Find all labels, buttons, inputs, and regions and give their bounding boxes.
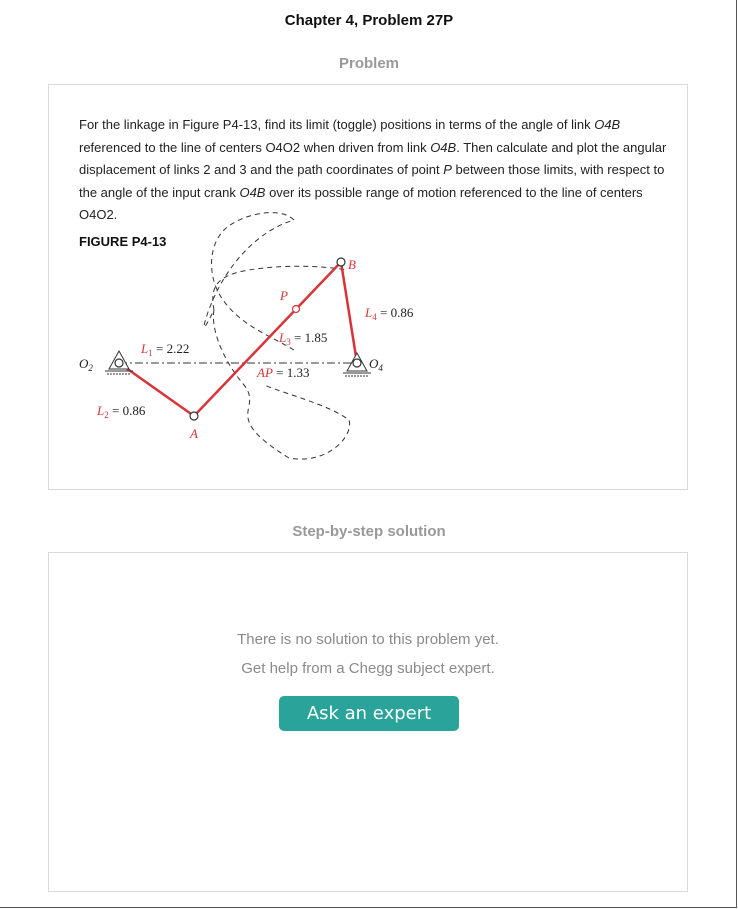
solution-heading: Step-by-step solution xyxy=(292,523,446,540)
label-o4: O4 xyxy=(369,356,383,373)
label-ap: AP = 1.33 xyxy=(256,365,309,380)
ask-expert-button[interactable]: Ask an expert xyxy=(279,696,459,731)
label-a: A xyxy=(189,426,198,441)
label-l3: L3 = 1.85 xyxy=(278,330,327,347)
coupler-curve xyxy=(203,212,351,460)
label-l1: L1 = 2.22 xyxy=(140,341,189,358)
problem-heading: Problem xyxy=(338,55,399,72)
no-solution-message: There is no solution to this problem yet… xyxy=(237,631,499,648)
problem-box: For the linkage in Figure P4-13, find it… xyxy=(48,84,688,490)
label-l4: L4 = 0.86 xyxy=(364,305,414,322)
linkage-figure: O2 O4 A B P L1 = 2.22 L2 = 0.86 L3 = 1.8… xyxy=(79,212,414,460)
solution-box: There is no solution to this problem yet… xyxy=(48,552,688,892)
link-4 xyxy=(339,261,359,364)
expert-help-message: Get help from a Chegg subject expert. xyxy=(241,660,495,677)
point-p xyxy=(291,304,301,314)
joint-b xyxy=(336,257,346,267)
label-b: B xyxy=(348,257,356,272)
label-p: P xyxy=(279,288,288,303)
chapter-title: Chapter 4, Problem 27P xyxy=(284,12,454,29)
joint-a xyxy=(189,411,199,421)
label-o2: O2 xyxy=(79,356,93,373)
label-l2: L2 = 0.86 xyxy=(96,403,146,420)
joint-o2 xyxy=(114,358,124,368)
joint-o4 xyxy=(352,358,362,368)
